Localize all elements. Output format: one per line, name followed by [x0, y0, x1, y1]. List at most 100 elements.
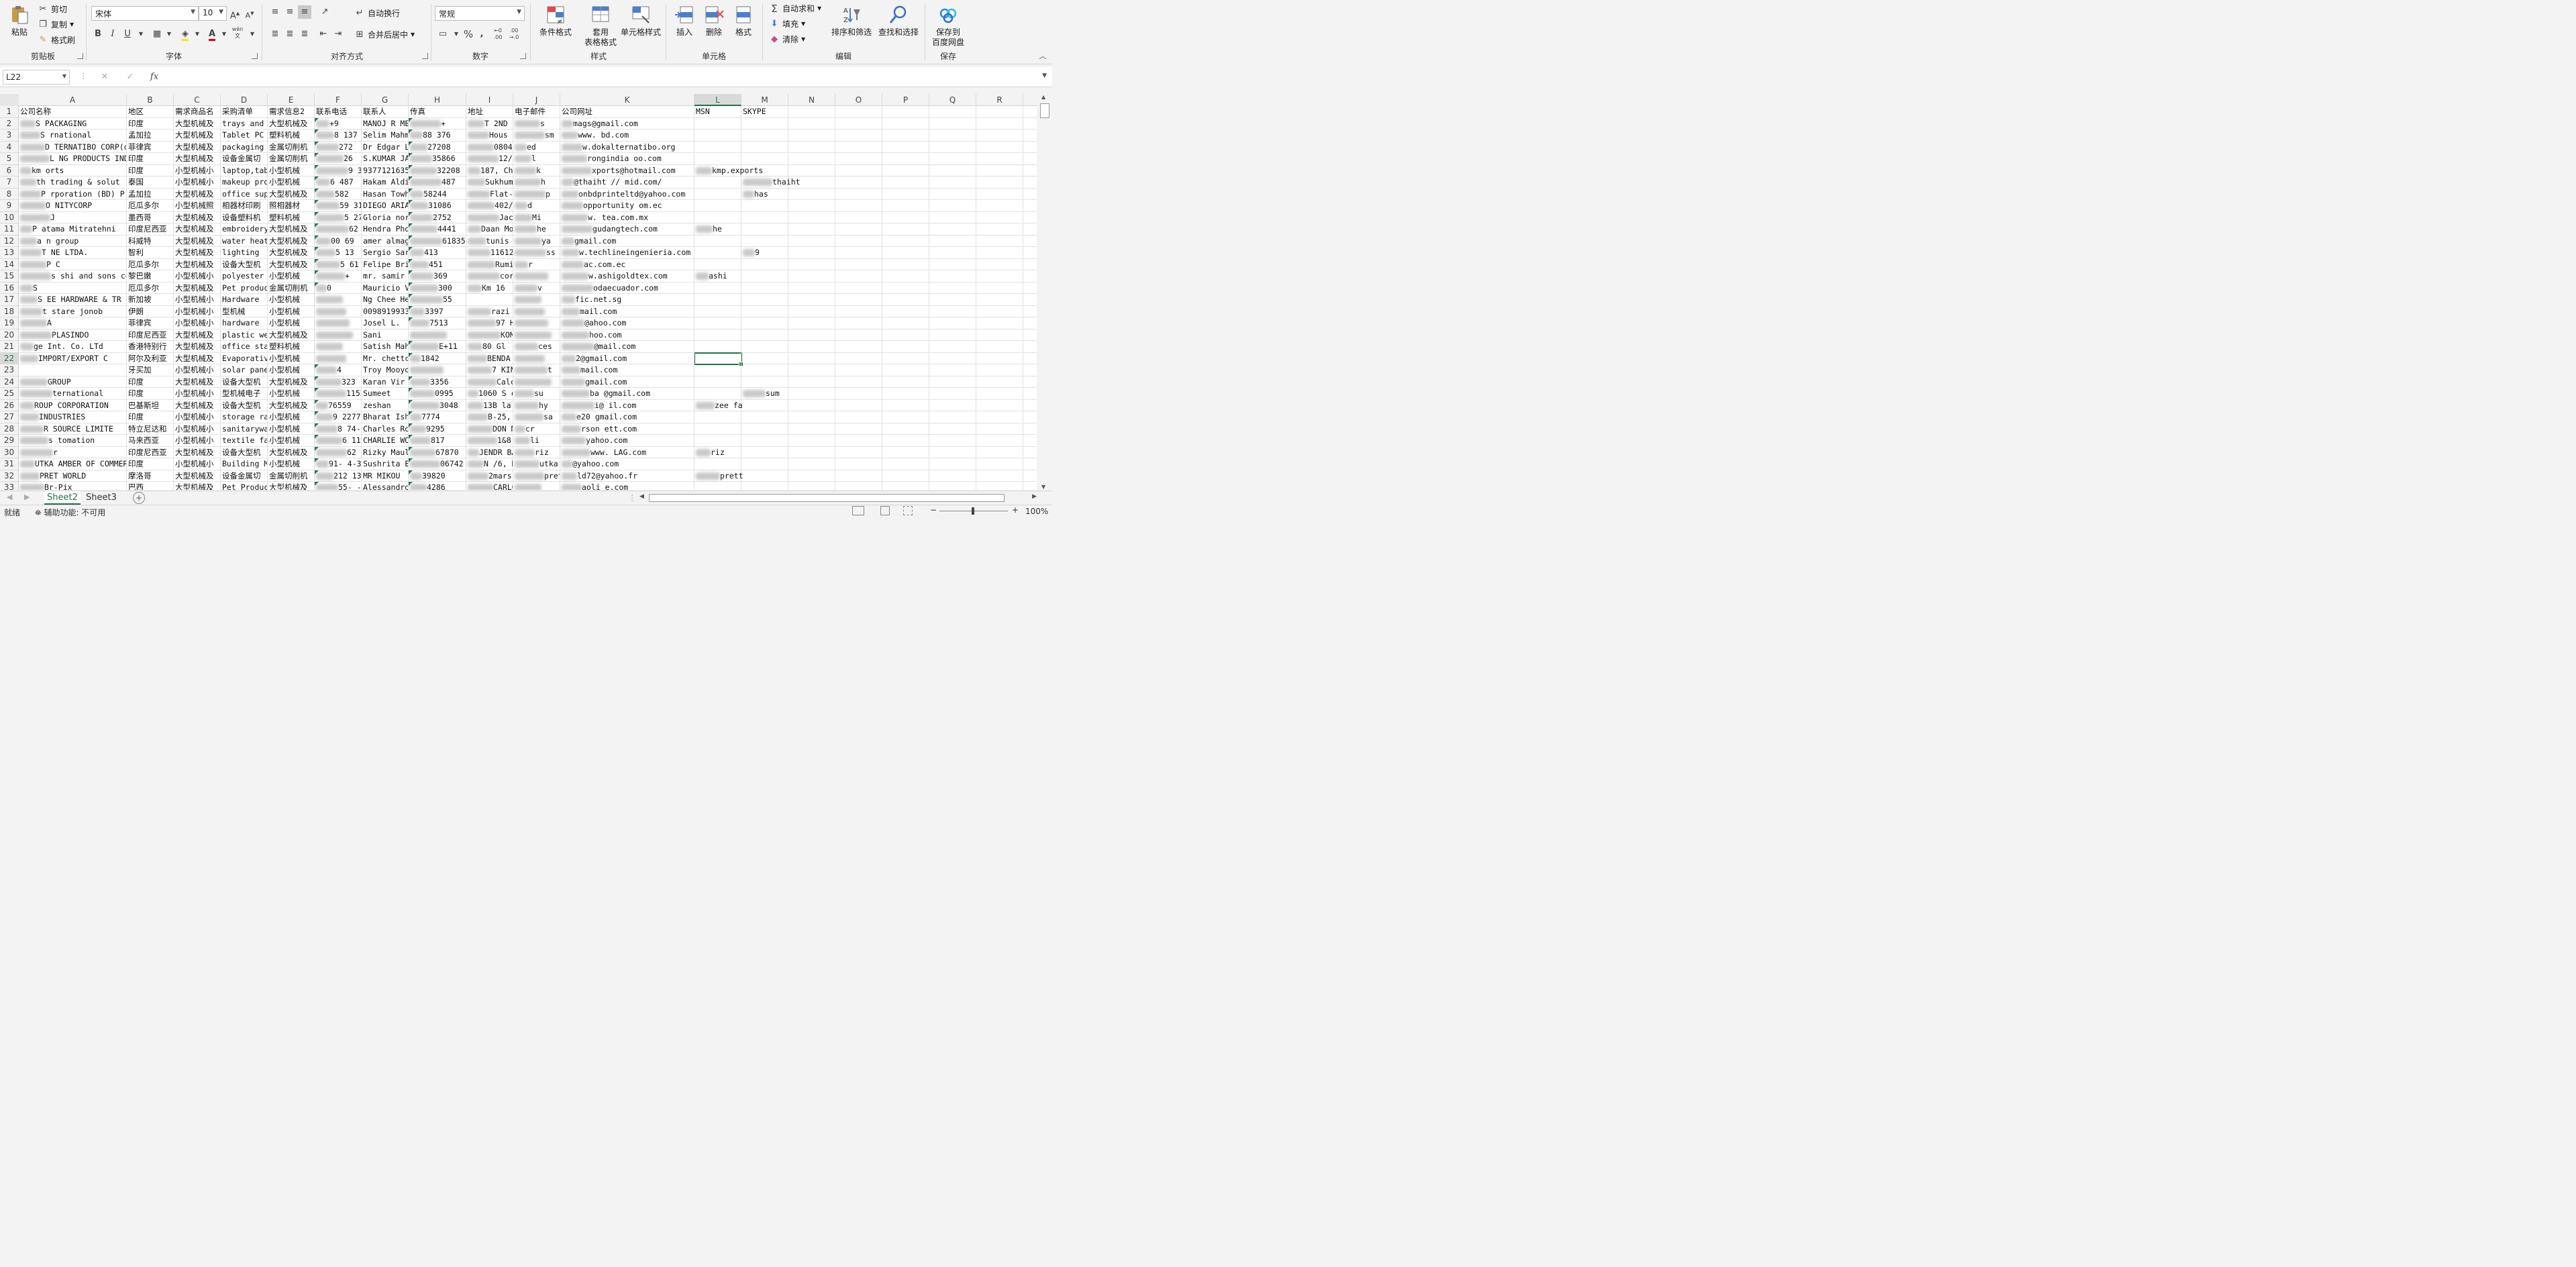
cell-f12[interactable]: 00 69 — [315, 235, 362, 247]
cell-o21[interactable] — [835, 341, 882, 353]
cell-f5[interactable]: 26 — [315, 153, 362, 165]
scroll-thumb[interactable] — [1040, 103, 1049, 118]
cell-f28[interactable]: 8 74-78 — [315, 423, 362, 435]
row-header[interactable]: 10 — [0, 211, 19, 223]
cell-q33[interactable] — [929, 482, 976, 490]
italic-button[interactable]: I — [106, 28, 119, 41]
clear-button[interactable]: ◆ 清除 ▼ — [769, 34, 805, 45]
cell-m8[interactable]: has — [741, 188, 788, 200]
number-format-combo[interactable]: 常规 ▼ — [435, 6, 525, 21]
cell-k25[interactable]: ba @gmail.com — [560, 388, 694, 400]
chevron-down-icon[interactable]: ▼ — [134, 28, 148, 41]
cell-j1[interactable]: 电子邮件 — [513, 106, 560, 118]
cell-r2[interactable] — [976, 117, 1023, 130]
cell-m33[interactable] — [741, 482, 788, 490]
cell-g2[interactable]: MANOJ R ME — [362, 117, 409, 130]
cell-m20[interactable] — [741, 329, 788, 341]
cell-e8[interactable]: 大型机械及 — [268, 188, 315, 200]
cell-b12[interactable]: 科威特 — [127, 235, 174, 247]
cell-d6[interactable]: laptop,tab — [221, 164, 268, 176]
fx-icon[interactable]: fx — [148, 70, 161, 84]
cell-q32[interactable] — [929, 470, 976, 482]
cell-m2[interactable] — [741, 117, 788, 130]
cell-j30[interactable]: riz — [513, 446, 560, 458]
cell-b4[interactable]: 菲律宾 — [127, 141, 174, 153]
cell-b5[interactable]: 印度 — [127, 153, 174, 165]
cell-e27[interactable]: 小型机械 — [268, 411, 315, 423]
cell-g14[interactable]: Felipe Bri — [362, 258, 409, 270]
cell-b32[interactable]: 摩洛哥 — [127, 470, 174, 482]
next-sheet-icon[interactable]: ▶ — [24, 493, 30, 501]
cell-p7[interactable] — [882, 176, 929, 189]
cell-q4[interactable] — [929, 141, 976, 153]
cell-p3[interactable] — [882, 130, 929, 142]
cell-b13[interactable]: 智利 — [127, 247, 174, 259]
copy-button[interactable]: ❐ 复制 ▼ — [38, 19, 74, 30]
conditional-format-button[interactable]: ≠ 条件格式 — [534, 4, 577, 38]
collapse-ribbon-icon[interactable]: ︿ — [1036, 50, 1049, 63]
row-header[interactable]: 12 — [0, 235, 19, 247]
cell-l17[interactable] — [694, 294, 741, 306]
cell-p1[interactable] — [882, 106, 929, 118]
cell-m28[interactable] — [741, 423, 788, 435]
cell-d22[interactable]: Evaporativ — [221, 352, 268, 364]
cell-g18[interactable]: 0098919933 — [362, 305, 409, 317]
cell-c19[interactable]: 小型机械小 — [174, 317, 221, 330]
cell-g9[interactable]: DIEGO ARIA — [362, 200, 409, 212]
cell-a15[interactable]: s shi and sons co. — [19, 270, 127, 283]
cell-k14[interactable]: ac.com.ec — [560, 258, 694, 270]
cell-g3[interactable]: Selim Mahm — [362, 130, 409, 142]
cell-q1[interactable] — [929, 106, 976, 118]
cell-f17[interactable] — [315, 294, 362, 306]
cell-r10[interactable] — [976, 211, 1023, 223]
cell-d26[interactable]: 设备大型机 — [221, 399, 268, 411]
cell-d15[interactable]: polyester — [221, 270, 268, 283]
cell-c2[interactable]: 大型机械及 — [174, 117, 221, 130]
cell-m18[interactable] — [741, 305, 788, 317]
cell-e24[interactable]: 大型机械及 — [268, 376, 315, 388]
cell-r33[interactable] — [976, 482, 1023, 490]
cell-b11[interactable]: 印度尼西亚 — [127, 223, 174, 236]
cell-r27[interactable] — [976, 411, 1023, 423]
row-header[interactable]: 15 — [0, 270, 19, 283]
cell-p18[interactable] — [882, 305, 929, 317]
cell-e12[interactable]: 大型机械及 — [268, 235, 315, 247]
cell-d5[interactable]: 设备金属切 — [221, 153, 268, 165]
cell-l19[interactable] — [694, 317, 741, 330]
decrease-indent-icon[interactable]: ⇤ — [317, 28, 330, 41]
cell-n5[interactable] — [788, 153, 835, 165]
cell-j29[interactable]: li — [513, 435, 560, 447]
delete-button[interactable]: 删除 — [699, 4, 729, 38]
currency-icon[interactable]: ▭ — [436, 28, 450, 41]
cell-i28[interactable]: DON M EL — [466, 423, 513, 435]
cell-o32[interactable] — [835, 470, 882, 482]
chevron-down-icon[interactable]: ▼ — [162, 28, 176, 41]
cell-f15[interactable]: + — [315, 270, 362, 283]
cell-q30[interactable] — [929, 446, 976, 458]
cell-i32[interactable]: 2mars asa — [466, 470, 513, 482]
cell-a13[interactable]: T NE LTDA. — [19, 247, 127, 259]
orientation-icon[interactable]: ↗ — [318, 5, 331, 19]
cell-n8[interactable] — [788, 188, 835, 200]
cell-k17[interactable]: fic.net.sg — [560, 294, 694, 306]
cell-p26[interactable] — [882, 399, 929, 411]
vertical-scrollbar[interactable]: ▲ ▼ — [1039, 94, 1051, 491]
cell-a17[interactable]: S EE HARDWARE & TR — [19, 294, 127, 306]
cell-h26[interactable]: 3048 — [409, 399, 466, 411]
cell-d16[interactable]: Pet produc — [221, 282, 268, 294]
cell-i6[interactable]: 187, Chandr — [466, 164, 513, 176]
cell-h21[interactable]: E+11 — [409, 341, 466, 353]
font-size-combo[interactable]: 10 ▼ — [199, 6, 227, 21]
cell-m21[interactable] — [741, 341, 788, 353]
cell-q3[interactable] — [929, 130, 976, 142]
row-header[interactable]: 2 — [0, 117, 19, 130]
cell-n24[interactable] — [788, 376, 835, 388]
cell-q17[interactable] — [929, 294, 976, 306]
cell-e6[interactable]: 小型机械 — [268, 164, 315, 176]
cell-q19[interactable] — [929, 317, 976, 330]
cell-h25[interactable]: 0995 — [409, 388, 466, 400]
cell-g28[interactable]: Charles Ro — [362, 423, 409, 435]
column-header-i[interactable]: I — [466, 94, 513, 106]
cell-c21[interactable]: 大型机械及 — [174, 341, 221, 353]
cell-r26[interactable] — [976, 399, 1023, 411]
